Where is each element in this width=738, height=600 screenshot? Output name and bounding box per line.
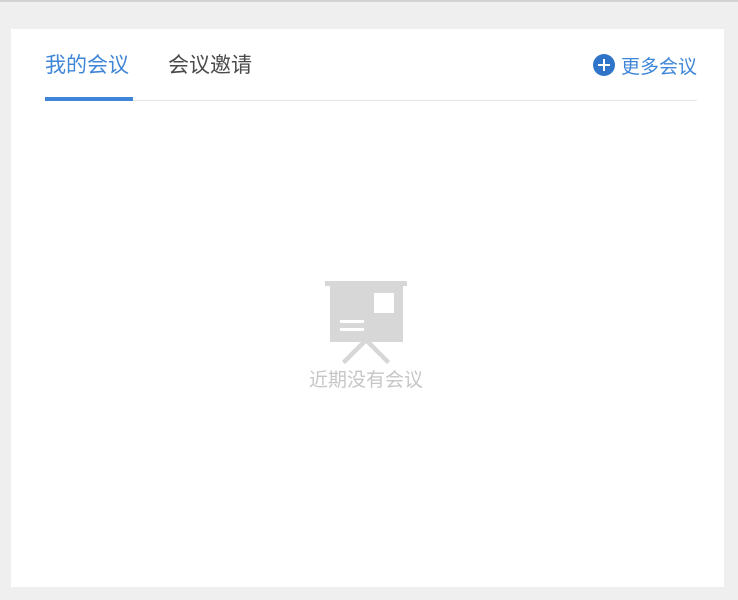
empty-meetings-state: 近期没有会议 xyxy=(301,281,431,392)
more-meetings-link[interactable]: 更多会议 xyxy=(592,51,697,79)
more-meetings-label: 更多会议 xyxy=(620,55,697,78)
meeting-tabs: 我的会议 会议邀请 更多会议 xyxy=(45,29,697,101)
tab-my-meetings[interactable]: 我的会议 xyxy=(45,51,133,101)
tab-meeting-invitations[interactable]: 会议邀请 xyxy=(168,51,252,100)
meetings-panel: 我的会议 会议邀请 更多会议 近期没有会议 xyxy=(11,29,724,587)
plus-circle-icon xyxy=(592,54,615,76)
presentation-board-icon xyxy=(325,281,407,365)
empty-meetings-message: 近期没有会议 xyxy=(308,369,423,391)
